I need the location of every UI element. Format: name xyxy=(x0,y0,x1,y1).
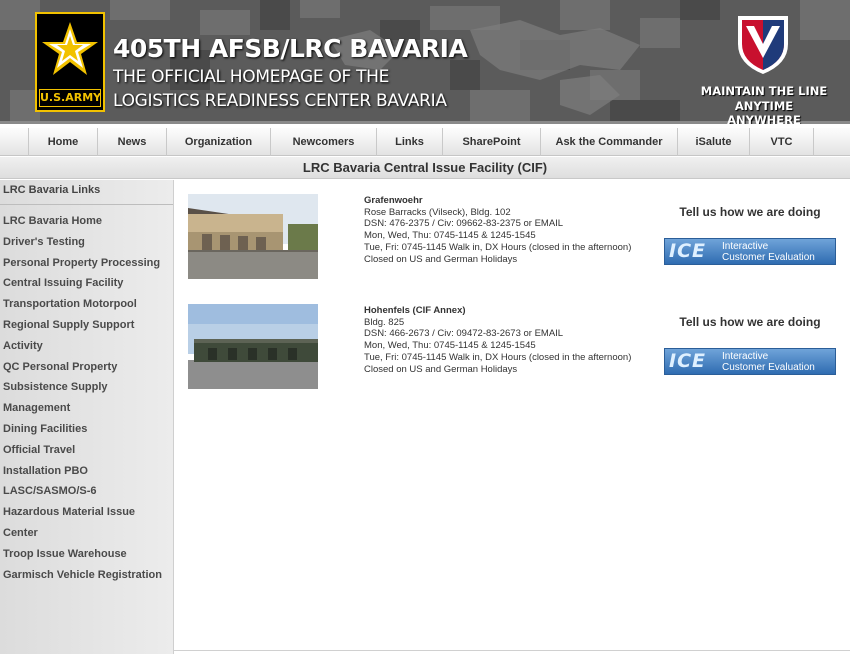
us-army-logo: U.S.ARMY xyxy=(35,12,105,112)
ice-evaluation-button[interactable]: ICE Interactive Customer Evaluation xyxy=(664,238,836,265)
sidebar-link-official-travel[interactable]: Official Travel xyxy=(3,443,171,464)
sidebar-link-lrc-bavaria-home[interactable]: LRC Bavaria Home xyxy=(3,214,171,235)
nav-isalute[interactable]: iSalute xyxy=(678,128,750,156)
sidebar-link-hazardous-material-issue-cont[interactable]: Center xyxy=(3,526,171,547)
sidebar-divider xyxy=(0,204,173,205)
location-hours-weekday: Mon, Wed, Thu: 0745-1145 & 1245-1545 xyxy=(364,230,536,242)
site-banner: U.S.ARMY 405TH AFSB/LRC BAVARIA THE OFFI… xyxy=(0,0,850,124)
sidebar-link-drivers-testing[interactable]: Driver's Testing xyxy=(3,235,171,256)
ice-label-line2: Customer Evaluation xyxy=(722,252,815,263)
site-subtitle-line2: LOGISTICS READINESS CENTER BAVARIA xyxy=(113,91,447,111)
location-hours-weekday: Mon, Wed, Thu: 0745-1145 & 1245-1545 xyxy=(364,340,536,352)
ice-logo-icon: ICE xyxy=(669,240,706,262)
tagline-line2: ANYTIME ANYWHERE xyxy=(727,99,801,124)
tagline-line1: MAINTAIN THE LINE xyxy=(700,84,828,98)
ice-logo-icon: ICE xyxy=(669,350,706,372)
location-address: Rose Barracks (Vilseck), Bldg. 102 xyxy=(364,206,511,218)
ice-label-line1: Interactive xyxy=(722,241,769,252)
nav-news[interactable]: News xyxy=(98,128,167,156)
sidebar-link-troop-issue-warehouse[interactable]: Troop Issue Warehouse xyxy=(3,547,171,568)
hohenfels-info: Hohenfels (CIF Annex) Bldg. 825 DSN: 466… xyxy=(364,305,654,375)
location-address: Bldg. 825 xyxy=(364,316,405,328)
location-closed-note: Closed on US and German Holidays xyxy=(364,363,518,375)
sidebar-link-subsistence-supply[interactable]: Subsistence Supply xyxy=(3,380,171,401)
location-phone: DSN: 466-2673 / Civ: 09472-83-2673 or EM… xyxy=(364,328,564,340)
location-hours-tue-fri: Tue, Fri: 0745-1145 Walk in, DX Hours (c… xyxy=(364,241,632,253)
nav-newcomers[interactable]: Newcomers xyxy=(271,128,377,156)
location-hours-tue-fri: Tue, Fri: 0745-1145 Walk in, DX Hours (c… xyxy=(364,351,632,363)
location-closed-note: Closed on US and German Holidays xyxy=(364,253,518,265)
nav-home[interactable]: Home xyxy=(28,128,98,156)
sidebar-link-garmisch-vehicle-registration[interactable]: Garmisch Vehicle Registration xyxy=(3,568,171,589)
location-phone: DSN: 476-2375 / Civ: 09662-83-2375 or EM… xyxy=(364,218,564,230)
sidebar-link-central-issuing-facility[interactable]: Central Issuing Facility xyxy=(3,276,171,297)
sidebar-link-personal-property-processing[interactable]: Personal Property Processing xyxy=(3,256,171,277)
sidebar-link-subsistence-supply-cont[interactable]: Management xyxy=(3,401,171,422)
ice-evaluation-button[interactable]: ICE Interactive Customer Evaluation xyxy=(664,348,836,375)
nav-vtc[interactable]: VTC xyxy=(750,128,814,156)
nav-sharepoint[interactable]: SharePoint xyxy=(443,128,541,156)
feedback-prompt: Tell us how we are doing xyxy=(679,315,821,329)
page-title: LRC Bavaria Central Issue Facility (CIF) xyxy=(0,157,850,179)
hohenfels-building-photo xyxy=(188,304,318,389)
army-logo-text: U.S.ARMY xyxy=(39,89,101,107)
main-nav: Home News Organization Newcomers Links S… xyxy=(0,128,850,156)
sidebar-link-installation-pbo[interactable]: Installation PBO xyxy=(3,464,171,485)
sidebar-link-regional-supply-support-cont[interactable]: Activity xyxy=(3,339,171,360)
sidebar-link-regional-supply-support[interactable]: Regional Supply Support xyxy=(3,318,171,339)
nav-organization[interactable]: Organization xyxy=(167,128,271,156)
sidebar: LRC Bavaria Links LRC Bavaria Home Drive… xyxy=(0,180,174,654)
feedback-prompt: Tell us how we are doing xyxy=(679,205,821,219)
sidebar-link-transportation-motorpool[interactable]: Transportation Motorpool xyxy=(3,297,171,318)
sidebar-heading: LRC Bavaria Links xyxy=(3,184,101,196)
location-name: Hohenfels (CIF Annex) xyxy=(364,305,466,316)
ice-label-line1: Interactive xyxy=(722,351,769,362)
amc-shield-icon xyxy=(738,16,788,74)
ice-label-line2: Customer Evaluation xyxy=(722,362,815,373)
sidebar-link-dining-facilities[interactable]: Dining Facilities xyxy=(3,422,171,443)
nav-links[interactable]: Links xyxy=(377,128,443,156)
sidebar-link-qc-personal-property[interactable]: QC Personal Property xyxy=(3,360,171,381)
sidebar-link-hazardous-material-issue[interactable]: Hazardous Material Issue xyxy=(3,505,171,526)
nav-ask-the-commander[interactable]: Ask the Commander xyxy=(541,128,678,156)
site-title: 405TH AFSB/LRC BAVARIA xyxy=(113,34,468,63)
sidebar-link-lasc-sasmo-s6[interactable]: LASC/SASMO/S-6 xyxy=(3,484,171,505)
army-star-icon xyxy=(37,14,103,90)
footer-divider xyxy=(174,650,850,651)
location-name: Grafenwoehr xyxy=(364,195,423,206)
site-subtitle-line1: THE OFFICIAL HOMEPAGE OF THE xyxy=(113,67,390,87)
grafenwoehr-building-photo xyxy=(188,194,318,279)
grafenwoehr-info: Grafenwoehr Rose Barracks (Vilseck), Bld… xyxy=(364,195,654,265)
